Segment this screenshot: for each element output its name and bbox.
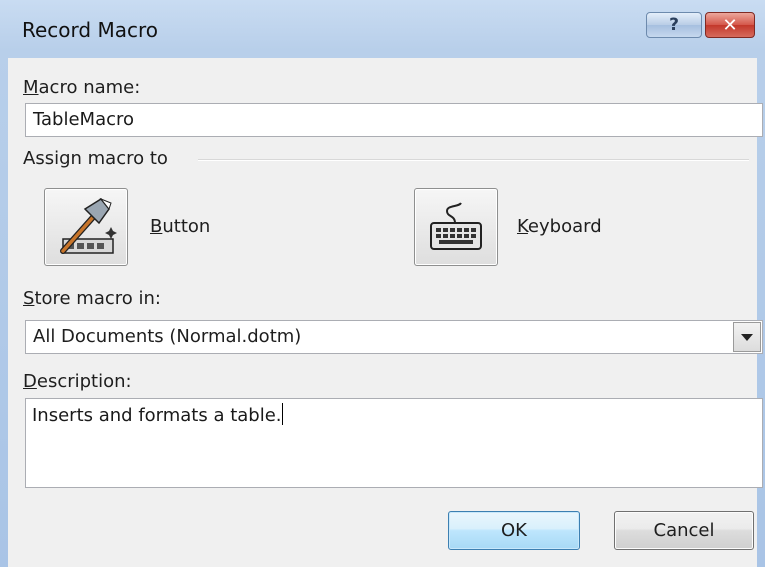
assign-to-keyboard-button[interactable] — [414, 188, 498, 266]
macro-name-input[interactable]: TableMacro — [25, 103, 763, 137]
store-macro-selected-value: All Documents (Normal.dotm) — [33, 326, 302, 347]
assign-to-button-button[interactable] — [44, 188, 128, 266]
cancel-button[interactable]: Cancel — [614, 511, 754, 550]
description-textarea[interactable]: Inserts and formats a table. — [25, 398, 763, 488]
hammer-toolbar-icon — [60, 197, 117, 254]
record-macro-dialog: Record Macro ? ✕ Macro name: TableMacro … — [0, 0, 765, 567]
assign-keyboard-label: Keyboard — [517, 216, 602, 237]
dialog-body: Macro name: TableMacro Assign macro to B… — [8, 58, 763, 567]
chevron-down-icon — [741, 333, 753, 341]
close-button[interactable]: ✕ — [705, 12, 755, 38]
help-button[interactable]: ? — [646, 12, 702, 38]
dropdown-arrow-button[interactable] — [733, 322, 761, 352]
store-macro-select[interactable]: All Documents (Normal.dotm) — [25, 320, 763, 354]
keyboard-icon — [430, 202, 482, 250]
title-bar[interactable]: Record Macro ? ✕ — [0, 0, 765, 58]
assign-macro-group-label: Assign macro to — [23, 148, 168, 169]
ok-button[interactable]: OK — [448, 511, 580, 550]
description-label: Description: — [23, 371, 132, 392]
help-icon: ? — [669, 15, 679, 35]
assign-button-label: Button — [150, 216, 211, 237]
description-text: Inserts and formats a table. — [32, 405, 282, 426]
close-icon: ✕ — [722, 14, 738, 36]
store-macro-label: Store macro in: — [23, 288, 161, 309]
text-caret — [281, 403, 283, 425]
dialog-title: Record Macro — [22, 18, 158, 42]
group-divider — [198, 159, 749, 161]
macro-name-label: Macro name: — [23, 77, 141, 98]
